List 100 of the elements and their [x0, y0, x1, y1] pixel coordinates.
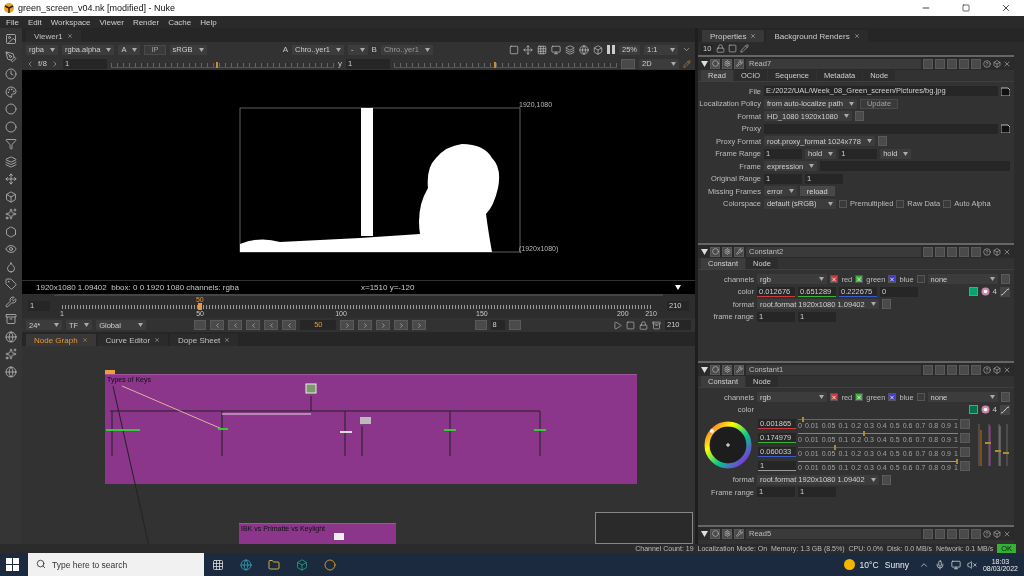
slider-thumb[interactable]	[834, 445, 837, 450]
folder-icon[interactable]	[268, 558, 280, 571]
wrench-button[interactable]	[734, 364, 744, 375]
tag-icon[interactable]	[5, 278, 17, 290]
node-action-button[interactable]	[935, 364, 945, 375]
node-color-button[interactable]	[710, 246, 720, 257]
node-color-button[interactable]	[710, 58, 720, 69]
node-action-button[interactable]	[923, 58, 933, 69]
prev-keyframe-button[interactable]	[246, 320, 261, 330]
browser-icon[interactable]	[240, 558, 252, 571]
filter-icon[interactable]	[5, 138, 17, 150]
node-action-button[interactable]	[923, 528, 933, 539]
task-view-icon[interactable]	[212, 558, 224, 571]
color-swatch[interactable]	[968, 405, 978, 414]
gain-slider[interactable]	[110, 59, 334, 68]
slider-thumb[interactable]	[863, 431, 866, 436]
menu-item[interactable]: Edit	[27, 17, 42, 27]
gamma-slider[interactable]	[393, 59, 617, 68]
region-select-button[interactable]	[621, 58, 635, 69]
move-icon[interactable]	[5, 173, 17, 185]
collapse-triangle-icon[interactable]	[701, 248, 708, 255]
sphere-icon[interactable]	[5, 103, 17, 115]
node-action-button[interactable]	[935, 58, 945, 69]
menu-item[interactable]: Viewer	[99, 17, 124, 27]
link-button[interactable]	[881, 474, 891, 485]
close-icon[interactable]	[1003, 59, 1011, 68]
first-frame-button[interactable]	[228, 320, 243, 330]
taskbar-search-field[interactable]: Type here to search	[28, 553, 204, 576]
clock-icon[interactable]	[5, 68, 17, 80]
step-back-button[interactable]	[264, 320, 279, 330]
color-wheel[interactable]	[704, 420, 752, 469]
node-action-button[interactable]	[935, 246, 945, 257]
playhead[interactable]	[197, 303, 202, 310]
panel-tab[interactable]: Properties	[702, 30, 765, 42]
windows-start-icon[interactable]	[6, 557, 20, 572]
link-button[interactable]	[881, 299, 891, 309]
wrench-icon[interactable]	[5, 295, 17, 308]
panel-tab[interactable]: Background Renders	[766, 30, 868, 42]
help-icon[interactable]	[983, 529, 991, 538]
close-icon[interactable]	[154, 337, 161, 343]
help-icon[interactable]	[983, 59, 991, 68]
help-icon[interactable]	[983, 247, 991, 256]
image-icon[interactable]	[5, 33, 17, 45]
slider-thumb[interactable]	[802, 417, 805, 422]
panel-tab[interactable]: Dope Sheet	[170, 334, 239, 346]
settings-button[interactable]	[722, 246, 732, 257]
menu-item[interactable]: Cache	[168, 17, 192, 27]
layers-icon[interactable]	[565, 44, 575, 55]
viewer-tab[interactable]: Viewer1	[26, 30, 81, 42]
flipbook-icon[interactable]	[613, 320, 622, 330]
color-swatch[interactable]	[968, 287, 978, 296]
collapse-triangle-icon[interactable]	[701, 60, 708, 67]
settings-button[interactable]	[722, 528, 732, 539]
droplet-icon[interactable]	[5, 260, 17, 273]
microphone-icon[interactable]	[934, 559, 945, 570]
panel-tab[interactable]: Node Graph	[26, 334, 96, 346]
node-action-button[interactable]	[923, 364, 933, 375]
close-icon[interactable]	[81, 337, 88, 343]
circle-icon[interactable]	[5, 120, 17, 133]
menu-item[interactable]: Help	[200, 17, 217, 27]
play-backward-button[interactable]	[282, 320, 297, 330]
play-forward-button[interactable]	[340, 320, 355, 330]
pause-icon[interactable]	[607, 45, 615, 54]
monitor-icon[interactable]	[551, 44, 561, 55]
minimap[interactable]	[595, 512, 693, 544]
panel-tab[interactable]: Curve Editor	[97, 334, 169, 346]
curve-icon[interactable]	[1000, 404, 1010, 415]
link-button[interactable]	[877, 136, 887, 146]
cube-icon[interactable]	[5, 190, 17, 203]
file-browse-icon[interactable]	[1001, 86, 1010, 96]
app-icon[interactable]	[296, 558, 308, 571]
node-action-button[interactable]	[923, 246, 933, 257]
node-color-button[interactable]	[710, 364, 720, 375]
color-wheel-icon[interactable]	[980, 287, 990, 296]
color-wheel-icon[interactable]	[980, 405, 990, 414]
in-point-button[interactable]	[210, 320, 225, 330]
close-icon[interactable]	[853, 33, 860, 39]
slider-thumb[interactable]	[215, 61, 218, 68]
collapse-triangle-icon[interactable]	[701, 366, 708, 373]
eye-icon[interactable]	[5, 243, 17, 255]
roi-icon[interactable]	[509, 44, 519, 55]
burst-icon[interactable]	[5, 348, 17, 360]
menu-item[interactable]: File	[6, 17, 19, 27]
curve-icon[interactable]	[1000, 286, 1010, 297]
stop-icon[interactable]	[626, 320, 635, 330]
menu-item[interactable]: Workspace	[50, 17, 91, 27]
checkbox[interactable]	[916, 393, 925, 401]
dropdown-triangle-icon[interactable]	[675, 285, 681, 290]
archive-icon[interactable]	[5, 313, 17, 325]
close-icon[interactable]	[66, 33, 73, 39]
last-frame-button[interactable]	[394, 320, 409, 330]
close-icon[interactable]	[1003, 529, 1011, 538]
settings-button[interactable]	[722, 364, 732, 375]
close-icon[interactable]	[1003, 365, 1011, 374]
help-icon[interactable]	[983, 365, 991, 374]
slider-thumb[interactable]	[494, 61, 497, 68]
next-keyframe-button[interactable]	[376, 320, 391, 330]
close-icon[interactable]	[224, 337, 231, 343]
volume-muted-icon[interactable]	[966, 559, 977, 570]
layers-icon[interactable]	[5, 155, 17, 168]
